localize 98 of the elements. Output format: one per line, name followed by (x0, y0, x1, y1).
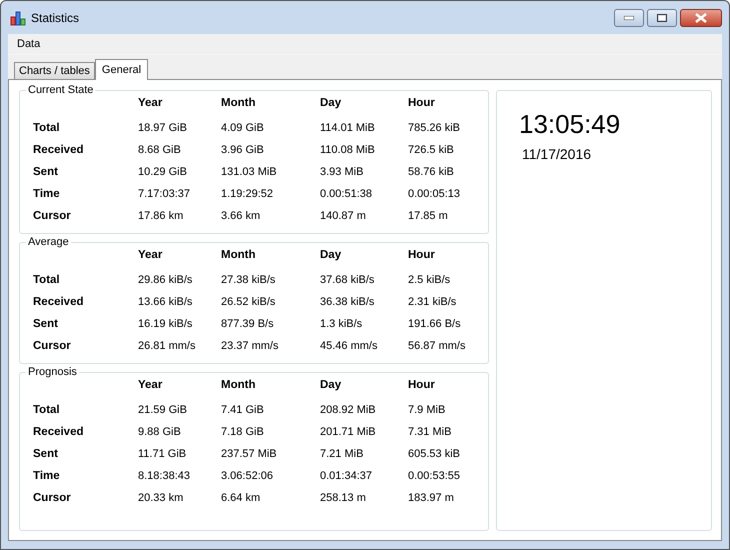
maximize-icon (657, 14, 667, 22)
stat-value: 7.18 GiB (221, 426, 265, 438)
stat-value: 0.00:53:55 (408, 470, 461, 482)
column-header: Month (221, 248, 256, 261)
stat-value: 58.76 kiB (408, 166, 455, 178)
stat-value: 726.5 kiB (408, 144, 455, 156)
stat-value: 27.38 kiB/s (221, 274, 276, 286)
stat-value: 23.37 mm/s (221, 340, 280, 352)
stat-value: 110.08 MiB (320, 144, 376, 156)
stat-value: 3.96 GiB (221, 144, 265, 156)
stat-value: 21.59 GiB (138, 404, 188, 416)
stat-value: 3.93 MiB (320, 166, 364, 178)
stat-value: 11.71 GiB (138, 448, 188, 460)
minimize-button[interactable] (614, 9, 644, 27)
stat-value: 16.19 kiB/s (138, 318, 194, 330)
close-button[interactable] (680, 9, 722, 27)
menu-item[interactable]: Data (11, 38, 46, 50)
stat-value: 2.5 kiB/s (408, 274, 452, 286)
stat-value: 26.81 mm/s (138, 340, 196, 352)
row-label: Time (33, 188, 61, 200)
column-header: Day (320, 378, 342, 391)
stat-value: 29.86 kiB/s (138, 274, 194, 286)
stat-value: 10.29 GiB (138, 166, 188, 178)
stat-value: 1.19:29:52 (221, 188, 274, 200)
group-title: Prognosis (26, 366, 79, 378)
stat-value: 1.3 kiB/s (320, 318, 364, 330)
group-title: Current State (26, 84, 96, 96)
clock-time: 13:05:49 (519, 109, 620, 140)
stat-value: 13.66 kiB/s (138, 296, 194, 308)
stat-value: 0.01:34:37 (320, 470, 373, 482)
minimize-icon (624, 16, 634, 20)
row-label: Received (33, 144, 85, 156)
stat-value: 140.87 m (320, 210, 367, 222)
row-label: Total (33, 274, 61, 286)
maximize-button[interactable] (647, 9, 677, 27)
stat-value: 237.57 MiB (221, 448, 278, 460)
stat-value: 20.33 km (138, 492, 184, 504)
row-label: Cursor (33, 492, 72, 504)
column-header: Year (138, 248, 164, 261)
tab[interactable]: Charts / tables (14, 62, 95, 79)
stat-value: 9.88 GiB (138, 426, 182, 438)
stat-value: 3.66 km (221, 210, 262, 222)
stat-value: 131.03 MiB (221, 166, 278, 178)
stat-value: 37.68 kiB/s (320, 274, 376, 286)
stat-value: 208.92 MiB (320, 404, 377, 416)
stat-value: 201.71 MiB (320, 426, 377, 438)
row-label: Sent (33, 166, 59, 178)
stat-value: 191.66 B/s (408, 318, 462, 330)
stat-value: 45.46 mm/s (320, 340, 378, 352)
stat-value: 4.09 GiB (221, 122, 265, 134)
column-header: Hour (408, 248, 436, 261)
tab[interactable]: General (94, 59, 148, 80)
stat-value: 0.00:05:13 (408, 188, 461, 200)
row-label: Cursor (33, 210, 72, 222)
row-label: Total (33, 404, 61, 416)
stat-value: 17.85 m (408, 210, 449, 222)
row-label: Received (33, 426, 85, 438)
stat-value: 2.31 kiB/s (408, 296, 458, 308)
stat-value: 0.00:51:38 (320, 188, 373, 200)
stat-value: 605.53 kiB (408, 448, 461, 460)
stat-value: 785.26 kiB (408, 122, 461, 134)
column-header: Hour (408, 96, 436, 109)
column-header: Month (221, 378, 256, 391)
column-header: Year (138, 378, 164, 391)
row-label: Time (33, 470, 61, 482)
stat-value: 7.31 MiB (408, 426, 452, 438)
stat-value: 7.9 MiB (408, 404, 446, 416)
stat-value: 7.17:03:37 (138, 188, 191, 200)
stat-value: 36.38 kiB/s (320, 296, 376, 308)
stat-value: 258.13 m (320, 492, 367, 504)
column-header: Month (221, 96, 256, 109)
column-header: Hour (408, 378, 436, 391)
stat-value: 3.06:52:06 (221, 470, 274, 482)
stat-value: 17.86 km (138, 210, 184, 222)
column-header: Day (320, 248, 342, 261)
close-icon (695, 13, 707, 23)
stat-value: 114.01 MiB (320, 122, 376, 134)
row-label: Received (33, 296, 85, 308)
row-label: Total (33, 122, 61, 134)
window-title: Statistics (31, 10, 80, 24)
clock-date: 11/17/2016 (522, 146, 592, 162)
stat-value: 56.87 mm/s (408, 340, 466, 352)
bar-chart-icon (10, 10, 26, 26)
stat-value: 18.97 GiB (138, 122, 188, 134)
column-header: Day (320, 96, 342, 109)
row-label: Sent (33, 318, 59, 330)
stat-value: 7.41 GiB (221, 404, 265, 416)
stat-value: 8.18:38:43 (138, 470, 191, 482)
stat-value: 7.21 MiB (320, 448, 364, 460)
column-header: Year (138, 96, 164, 109)
stat-value: 8.68 GiB (138, 144, 182, 156)
row-label: Cursor (33, 340, 72, 352)
row-label: Sent (33, 448, 59, 460)
group-title: Average (26, 236, 71, 248)
stat-value: 183.97 m (408, 492, 455, 504)
stat-value: 6.64 km (221, 492, 262, 504)
stat-value: 26.52 kiB/s (221, 296, 276, 308)
stat-value: 877.39 B/s (221, 318, 275, 330)
